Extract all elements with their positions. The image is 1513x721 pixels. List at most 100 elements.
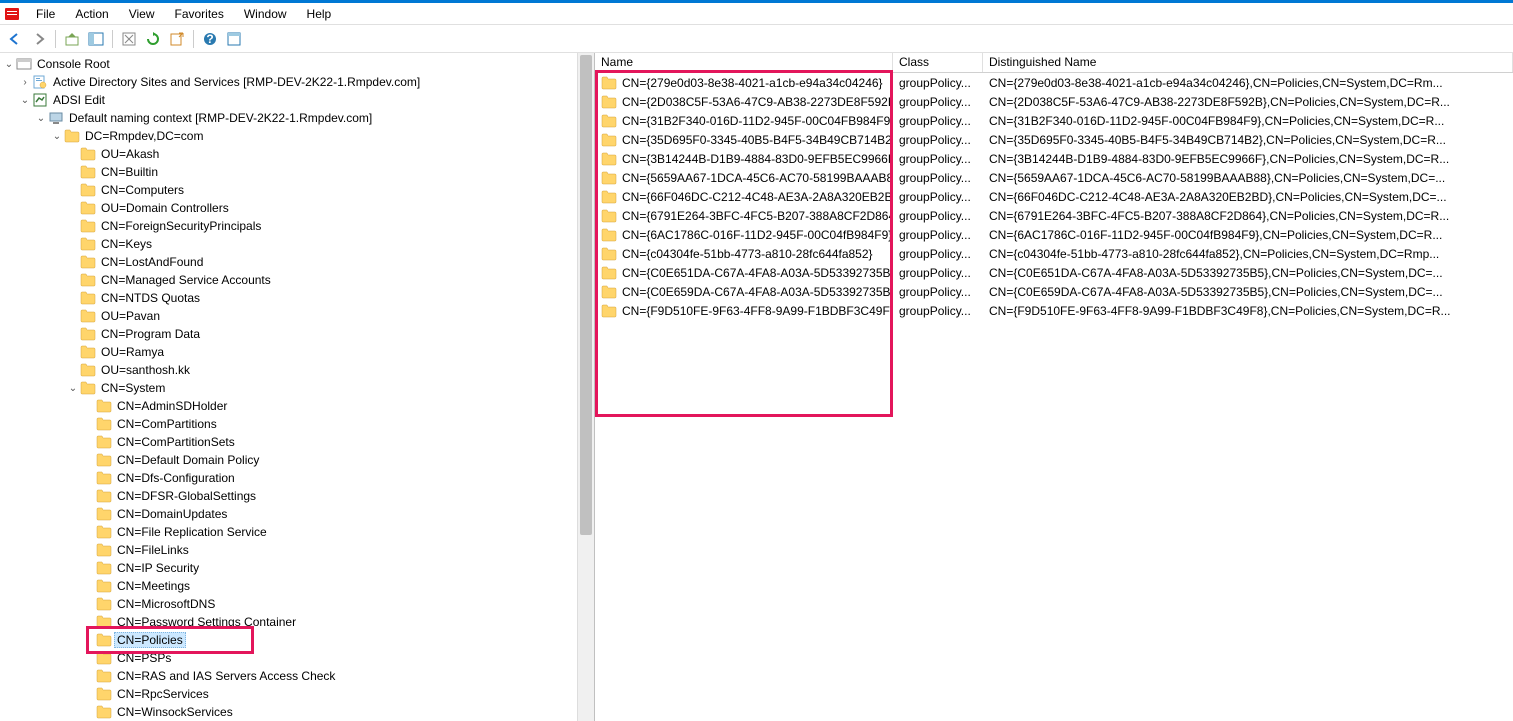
cell-name: CN={F9D510FE-9F63-4FF8-9A99-F1BDBF3C49F8… (595, 302, 893, 320)
menu-favorites[interactable]: Favorites (165, 5, 234, 23)
tree-label: CN=File Replication Service (114, 524, 270, 540)
tree-system-item-2[interactable]: CN=ComPartitionSets (2, 433, 594, 451)
folder-icon (80, 272, 96, 288)
tree-system-item-1[interactable]: CN=ComPartitions (2, 415, 594, 433)
tree-toggle[interactable]: ⌄ (2, 59, 16, 70)
tree-system-icon (80, 380, 96, 396)
menu-action[interactable]: Action (65, 5, 118, 23)
tree-item-0[interactable]: OU=Akash (2, 145, 594, 163)
cell-dn: CN={279e0d03-8e38-4021-a1cb-e94a34c04246… (983, 75, 1513, 91)
tree-scrollbar[interactable] (577, 53, 594, 721)
list-row[interactable]: CN={5659AA67-1DCA-45C6-AC70-58199BAAAB88… (595, 168, 1513, 187)
tree-system-item-16-icon (96, 686, 112, 702)
show-hide-tree-button[interactable] (85, 28, 107, 50)
tree-ad-sites[interactable]: ›Active Directory Sites and Services [RM… (2, 73, 594, 91)
tree-toggle[interactable]: ⌄ (18, 95, 32, 106)
tree-label: OU=santhosh.kk (98, 362, 193, 378)
column-header-name[interactable]: Name (595, 53, 893, 72)
folder-icon (80, 200, 96, 216)
tree-label: CN=Dfs-Configuration (114, 470, 238, 486)
tree-system-item-5[interactable]: CN=DFSR-GlobalSettings (2, 487, 594, 505)
tree-system-item-14[interactable]: CN=PSPs (2, 649, 594, 667)
tree-item-7[interactable]: CN=Managed Service Accounts (2, 271, 594, 289)
scrollbar-thumb[interactable] (580, 55, 592, 535)
tree-system-item-10[interactable]: CN=Meetings (2, 577, 594, 595)
tree-system-item-16[interactable]: CN=RpcServices (2, 685, 594, 703)
list-pane: Name Class Distinguished Name CN={279e0d… (595, 53, 1513, 721)
list-row[interactable]: CN={279e0d03-8e38-4021-a1cb-e94a34c04246… (595, 73, 1513, 92)
cell-class: groupPolicy... (893, 303, 983, 319)
menu-window[interactable]: Window (234, 5, 297, 23)
tree-system-item-8[interactable]: CN=FileLinks (2, 541, 594, 559)
tree-item-4[interactable]: CN=ForeignSecurityPrincipals (2, 217, 594, 235)
tree-item-10[interactable]: CN=Program Data (2, 325, 594, 343)
menu-help[interactable]: Help (297, 5, 342, 23)
tree-label: CN=Builtin (98, 164, 161, 180)
list-row[interactable]: CN={31B2F340-016D-11D2-945F-00C04FB984F9… (595, 111, 1513, 130)
list-row[interactable]: CN={6791E264-3BFC-4FC5-B207-388A8CF2D864… (595, 206, 1513, 225)
tree-item-5[interactable]: CN=Keys (2, 235, 594, 253)
list-row[interactable]: CN={35D695F0-3345-40B5-B4F5-34B49CB714B2… (595, 130, 1513, 149)
tree-system-item-0[interactable]: CN=AdminSDHolder (2, 397, 594, 415)
list-row[interactable]: CN={3B14244B-D1B9-4884-83D0-9EFB5EC9966F… (595, 149, 1513, 168)
up-button[interactable] (61, 28, 83, 50)
tree-toggle[interactable]: ⌄ (50, 131, 64, 142)
tree-system-item-3[interactable]: CN=Default Domain Policy (2, 451, 594, 469)
tree-console-root[interactable]: ⌄Console Root (2, 55, 594, 73)
tree-item-6[interactable]: CN=LostAndFound (2, 253, 594, 271)
delete-button[interactable] (118, 28, 140, 50)
tree-system-item-12[interactable]: CN=Password Settings Container (2, 613, 594, 631)
tree-system-item-3-icon (96, 452, 112, 468)
help-button[interactable]: ? (199, 28, 221, 50)
folder-icon (80, 146, 96, 162)
list-row[interactable]: CN={c04304fe-51bb-4773-a810-28fc644fa852… (595, 244, 1513, 263)
tree-system-item-6[interactable]: CN=DomainUpdates (2, 505, 594, 523)
list-row[interactable]: CN={6AC1786C-016F-11D2-945F-00C04fB984F9… (595, 225, 1513, 244)
tree-item-3[interactable]: OU=Domain Controllers (2, 199, 594, 217)
list-row[interactable]: CN={2D038C5F-53A6-47C9-AB38-2273DE8F592B… (595, 92, 1513, 111)
tree-system-item-11[interactable]: CN=MicrosoftDNS (2, 595, 594, 613)
tree-item-12[interactable]: OU=santhosh.kk (2, 361, 594, 379)
tree-item-11[interactable]: OU=Ramya (2, 343, 594, 361)
tree-system[interactable]: ⌄CN=System (2, 379, 594, 397)
tree-toggle[interactable]: ⌄ (66, 383, 80, 394)
back-button[interactable] (4, 28, 26, 50)
list-row[interactable]: CN={F9D510FE-9F63-4FF8-9A99-F1BDBF3C49F8… (595, 301, 1513, 320)
tree-adsi-edit[interactable]: ⌄ ADSI Edit (2, 91, 594, 109)
tree-system-item-17[interactable]: CN=WinsockServices (2, 703, 594, 721)
tree-toggle[interactable]: ⌄ (34, 113, 48, 124)
tree-item-8[interactable]: CN=NTDS Quotas (2, 289, 594, 307)
tree-toggle[interactable]: › (18, 77, 32, 88)
list-row[interactable]: CN={C0E659DA-C67A-4FA8-A03A-5D53392735B5… (595, 282, 1513, 301)
tree-system-item-7[interactable]: CN=File Replication Service (2, 523, 594, 541)
tree-label: OU=Pavan (98, 308, 163, 324)
column-header-dn[interactable]: Distinguished Name (983, 53, 1513, 72)
folder-icon (80, 254, 96, 270)
tree-system-item-9[interactable]: CN=IP Security (2, 559, 594, 577)
tree-system-item-15[interactable]: CN=RAS and IAS Servers Access Check (2, 667, 594, 685)
cell-class: groupPolicy... (893, 227, 983, 243)
tree-adsi-edit-icon (32, 92, 48, 108)
tree-item-9[interactable]: OU=Pavan (2, 307, 594, 325)
list-row[interactable]: CN={C0E651DA-C67A-4FA8-A03A-5D53392735B5… (595, 263, 1513, 282)
export-button[interactable] (166, 28, 188, 50)
cell-dn: CN={c04304fe-51bb-4773-a810-28fc644fa852… (983, 246, 1513, 262)
tree-item-2[interactable]: CN=Computers (2, 181, 594, 199)
menu-view[interactable]: View (119, 5, 165, 23)
tree-item-1[interactable]: CN=Builtin (2, 163, 594, 181)
cell-name: CN={c04304fe-51bb-4773-a810-28fc644fa852… (595, 245, 893, 263)
folder-icon (601, 208, 617, 224)
cell-class: groupPolicy... (893, 75, 983, 91)
list-row[interactable]: CN={66F046DC-C212-4C48-AE3A-2A8A320EB2BD… (595, 187, 1513, 206)
tree-system-item-13[interactable]: CN=Policies (2, 631, 594, 649)
tree-label: ADSI Edit (50, 92, 108, 108)
menu-file[interactable]: File (26, 5, 65, 23)
column-header-class[interactable]: Class (893, 53, 983, 72)
tree-naming-context[interactable]: ⌄Default naming context [RMP-DEV-2K22-1.… (2, 109, 594, 127)
refresh-button[interactable] (142, 28, 164, 50)
folder-icon (80, 344, 96, 360)
tree-system-item-4[interactable]: CN=Dfs-Configuration (2, 469, 594, 487)
properties-button[interactable] (223, 28, 245, 50)
forward-button[interactable] (28, 28, 50, 50)
tree-domain-dc[interactable]: ⌄DC=Rmpdev,DC=com (2, 127, 594, 145)
